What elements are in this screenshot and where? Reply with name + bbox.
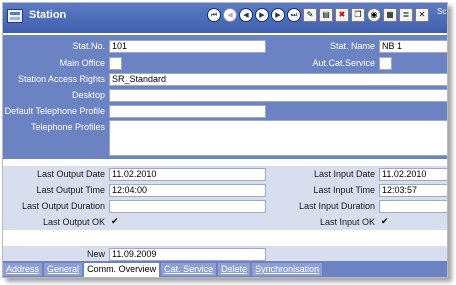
stat-name-field[interactable]: NB 1 [379,40,447,53]
copy-icon[interactable]: ❐ [351,8,365,22]
tab-bar: Address General Comm. Overview Cat. Serv… [3,261,447,277]
station-access-rights-label: Station Access Rights [17,74,105,84]
stat-name-label: Stat. Name [329,41,375,51]
tab-delete[interactable]: Delete [218,263,251,276]
desktop-label: Desktop [71,90,105,100]
delete-icon[interactable]: ✖ [335,8,349,22]
telephone-profiles-label: Telephone Profiles [30,122,105,132]
first-record-icon[interactable]: ⏮ [207,8,221,22]
default-telephone-profile-label: Default Telephone Profile [4,106,105,116]
last-input-ok-label: Last Input OK [319,217,375,227]
aut-cat-service-label: Aut.Cat.Service [312,58,375,68]
options-icon[interactable]: ◉ [367,8,381,22]
default-telephone-profile-field[interactable] [109,105,266,118]
station-window: Station ⏮ ◀ ◀ ▶ ▶ ⏭ ✎ ▤ ✖ ❐ ◉ ▦ ≣ ✕ Sc S… [2,2,448,278]
title-bar: Station ⏮ ◀ ◀ ▶ ▶ ⏭ ✎ ▤ ✖ ❐ ◉ ▦ ≣ ✕ Sc [3,3,447,33]
desktop-field[interactable] [109,89,447,102]
close-icon[interactable]: ✕ [415,8,429,22]
last-input-ok-checkbox[interactable]: ✔ [379,216,393,229]
last-input-date-label: Last Input Date [313,169,375,179]
last-input-duration-field[interactable] [379,200,447,213]
stat-no-label: Stat.No. [72,41,105,51]
last-output-date-label: Last Output Date [36,169,105,179]
last-record-icon[interactable]: ⏭ [287,8,301,22]
tab-address[interactable]: Address [3,263,43,276]
station-access-rights-field[interactable]: SR_Standard [109,73,447,86]
last-input-time-label: Last Input Time [313,185,375,195]
last-output-duration-field[interactable] [109,200,266,213]
last-output-ok-label: Last Output OK [42,217,105,227]
forward-icon[interactable]: ▶ [255,8,269,22]
station-app-icon [7,9,23,23]
next-page-icon[interactable]: ▶ [271,8,285,22]
tab-comm-overview[interactable]: Comm. Overview [84,263,160,277]
prev-page-icon[interactable]: ◀ [223,8,237,22]
stat-no-field[interactable]: 101 [109,40,266,53]
cut-off-label: Sc [437,7,447,16]
aut-cat-service-checkbox[interactable] [379,57,392,70]
station-details-panel: Stat.No. 101 Stat. Name NB 1 Main Office… [3,35,447,159]
last-output-time-label: Last Output Time [36,185,105,195]
tab-synchronisation[interactable]: Synchronisation [252,263,323,276]
back-icon[interactable]: ◀ [239,8,253,22]
window-title: Station [29,9,67,21]
main-office-checkbox[interactable] [109,57,122,70]
print-icon[interactable]: ▦ [383,8,397,22]
last-input-time-field[interactable]: 12:03:57 [379,184,447,197]
spacer-row [3,230,447,246]
tab-cat-service[interactable]: Cat. Service [161,263,217,276]
list-icon[interactable]: ≣ [399,8,413,22]
new-date-field[interactable]: 11.09.2009 [109,248,266,261]
last-input-duration-label: Last Input Duration [298,201,375,211]
new-document-icon[interactable]: ✎ [303,8,317,22]
last-output-duration-label: Last Output Duration [21,201,105,211]
last-input-date-field[interactable]: 11.02.2010 [379,168,447,181]
main-office-label: Main Office [59,58,105,68]
last-output-ok-checkbox[interactable]: ✔ [109,216,123,229]
last-output-date-field[interactable]: 11.02.2010 [109,168,266,181]
tab-general[interactable]: General [44,263,83,276]
telephone-profiles-list[interactable] [109,120,447,156]
communication-panel: Last Output Date 11.02.2010 Last Input D… [3,163,447,262]
new-label: New [86,249,105,259]
edit-icon[interactable]: ▤ [319,8,333,22]
last-output-time-field[interactable]: 12:04:00 [109,184,266,197]
toolbar: ⏮ ◀ ◀ ▶ ▶ ⏭ ✎ ▤ ✖ ❐ ◉ ▦ ≣ ✕ [207,6,431,24]
